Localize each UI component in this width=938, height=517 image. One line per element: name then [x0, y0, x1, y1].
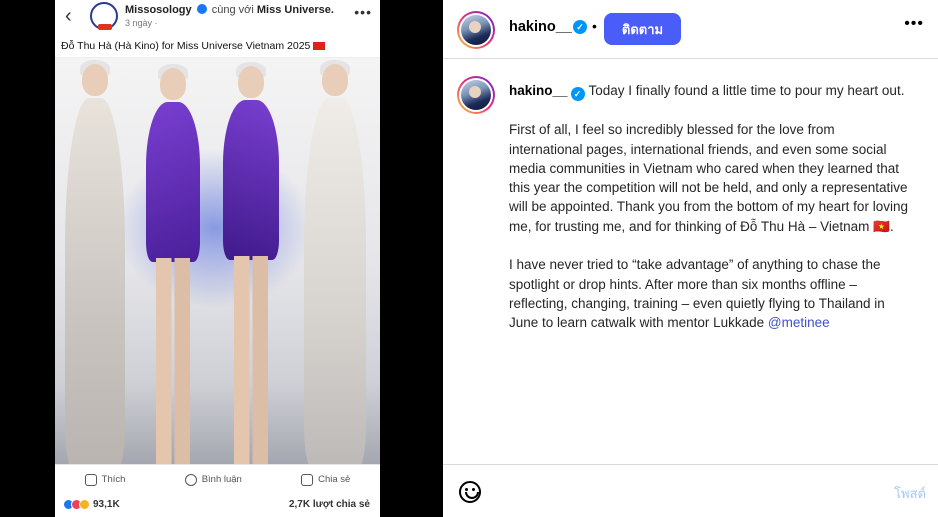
mention-link[interactable]: @metinee — [768, 315, 830, 330]
fb-more-icon: ••• — [354, 4, 372, 20]
more-options-icon[interactable]: ••• — [904, 15, 924, 33]
fb-page-avatar — [90, 2, 118, 30]
instagram-post-modal: ‹ Missosology cùng với Miss Universe. 3 … — [0, 0, 938, 517]
reaction-count: 93,1K — [93, 499, 120, 510]
contestant-photo — [55, 58, 380, 464]
comment-icon — [184, 473, 197, 486]
vietnam-flag-icon — [313, 42, 326, 50]
model-figure — [135, 64, 211, 464]
profile-avatar[interactable] — [457, 11, 495, 49]
caption-area: hakino__ ✓ Today I finally found a little … — [443, 60, 938, 464]
caption-username[interactable]: hakino__ — [509, 83, 568, 98]
follow-button[interactable]: ติดตาม — [604, 13, 681, 45]
model-figure — [295, 60, 375, 464]
verified-badge-icon: ✓ — [570, 87, 585, 101]
caption-text: hakino__ ✓ Today I finally found a little … — [509, 81, 909, 352]
fb-action-bar: Thích Bình luận Chia sẻ — [55, 464, 380, 494]
post-details-panel: hakino__ ✓ • ติดตาม ••• hakino__ ✓ Today I… — [443, 0, 938, 517]
wow-reaction-icon — [79, 499, 90, 510]
fb-post-time: 3 ngày · — [125, 18, 158, 28]
fb-with-text: cùng với — [211, 4, 254, 16]
share-icon — [301, 473, 314, 486]
share-count: 2,7K lượt chia sẻ — [288, 499, 370, 510]
profile-photo — [461, 80, 491, 110]
fb-comment-action: Bình luận — [184, 473, 242, 486]
fb-post-header: ‹ Missosology cùng với Miss Universe. 3 … — [55, 0, 380, 36]
caption-paragraph: I have never tried to “take advantage” o… — [509, 255, 909, 332]
fb-page-line: Missosology cùng với Miss Universe. — [125, 4, 334, 16]
emoji-icon[interactable] — [459, 481, 481, 503]
post-media: ‹ Missosology cùng với Miss Universe. 3 … — [0, 0, 443, 517]
verified-badge-icon: ✓ — [573, 20, 587, 34]
thumbs-up-icon — [84, 473, 97, 486]
comment-input[interactable] — [495, 479, 875, 505]
fb-partner-name: Miss Universe. — [256, 4, 334, 16]
model-figure — [57, 60, 133, 464]
caption-intro: Today I finally found a little time to p… — [588, 83, 905, 98]
post-comment-button[interactable]: โพสต์ — [894, 483, 926, 504]
model-figure — [213, 62, 289, 464]
caption-paragraph: hakino__ ✓ Today I finally found a little … — [509, 81, 909, 101]
header-username[interactable]: hakino__ — [509, 19, 572, 35]
caption-paragraph: First of all, I feel so incredibly bless… — [509, 122, 908, 234]
profile-photo — [461, 15, 491, 45]
caption-avatar[interactable] — [457, 76, 495, 114]
fb-caption-text: Đỗ Thu Hà (Hà Kino) for Miss Universe Vi… — [61, 40, 311, 52]
fb-share-action: Chia sẻ — [301, 473, 350, 486]
separator-dot: • — [592, 18, 597, 34]
facebook-screenshot: ‹ Missosology cùng với Miss Universe. 3 … — [55, 0, 380, 517]
fb-stats-bar: 93,1K 2,7K lượt chia sẻ — [55, 494, 380, 516]
back-arrow-icon: ‹ — [65, 5, 72, 27]
fb-verified-icon — [196, 4, 207, 14]
fb-like-action: Thích — [84, 473, 125, 486]
reaction-icons — [63, 499, 90, 510]
fb-page-name: Missosology — [125, 4, 192, 16]
fb-caption: Đỗ Thu Hà (Hà Kino) for Miss Universe Vi… — [55, 36, 380, 58]
post-header: hakino__ ✓ • ติดตาม ••• — [443, 0, 938, 59]
comment-bar: โพสต์ — [443, 464, 938, 517]
